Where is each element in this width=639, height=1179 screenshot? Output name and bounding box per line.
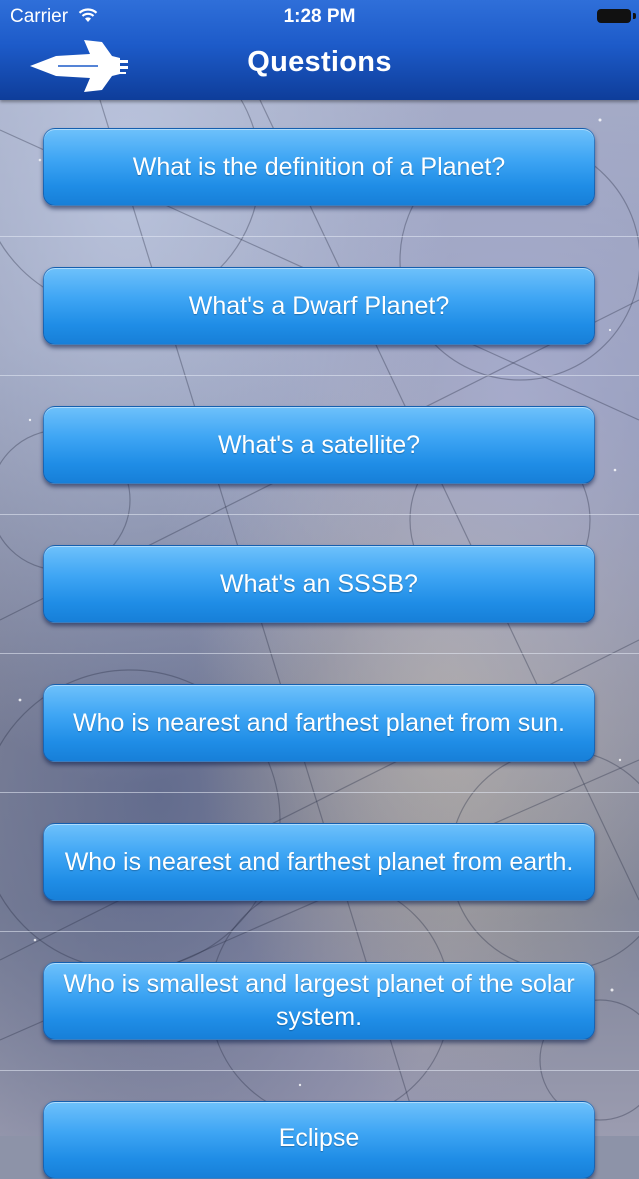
battery-tip: [633, 13, 636, 19]
row-separator: [0, 931, 639, 932]
page-title: Questions: [247, 46, 392, 78]
question-button-planet-definition[interactable]: What is the definition of a Planet?: [43, 128, 595, 206]
row-separator: [0, 653, 639, 654]
navigation-bar: Carrier 1:28 PM Questions: [0, 0, 639, 100]
battery-icon: [597, 9, 631, 23]
status-bar: Carrier 1:28 PM: [0, 0, 639, 34]
row-separator: [0, 514, 639, 515]
row-separator: [0, 792, 639, 793]
question-button-eclipse[interactable]: Eclipse: [43, 1101, 595, 1179]
row-separator: [0, 1070, 639, 1071]
question-button-sssb[interactable]: What's an SSSB?: [43, 545, 595, 623]
question-button-nearest-farthest-sun[interactable]: Who is nearest and farthest planet from …: [43, 684, 595, 762]
question-button-nearest-farthest-earth[interactable]: Who is nearest and farthest planet from …: [43, 823, 595, 901]
question-button-satellite[interactable]: What's a satellite?: [43, 406, 595, 484]
row-separator: [0, 236, 639, 237]
row-separator: [0, 375, 639, 376]
question-button-dwarf-planet[interactable]: What's a Dwarf Planet?: [43, 267, 595, 345]
status-time: 1:28 PM: [283, 6, 356, 27]
question-button-smallest-largest[interactable]: Who is smallest and largest planet of th…: [43, 962, 595, 1040]
